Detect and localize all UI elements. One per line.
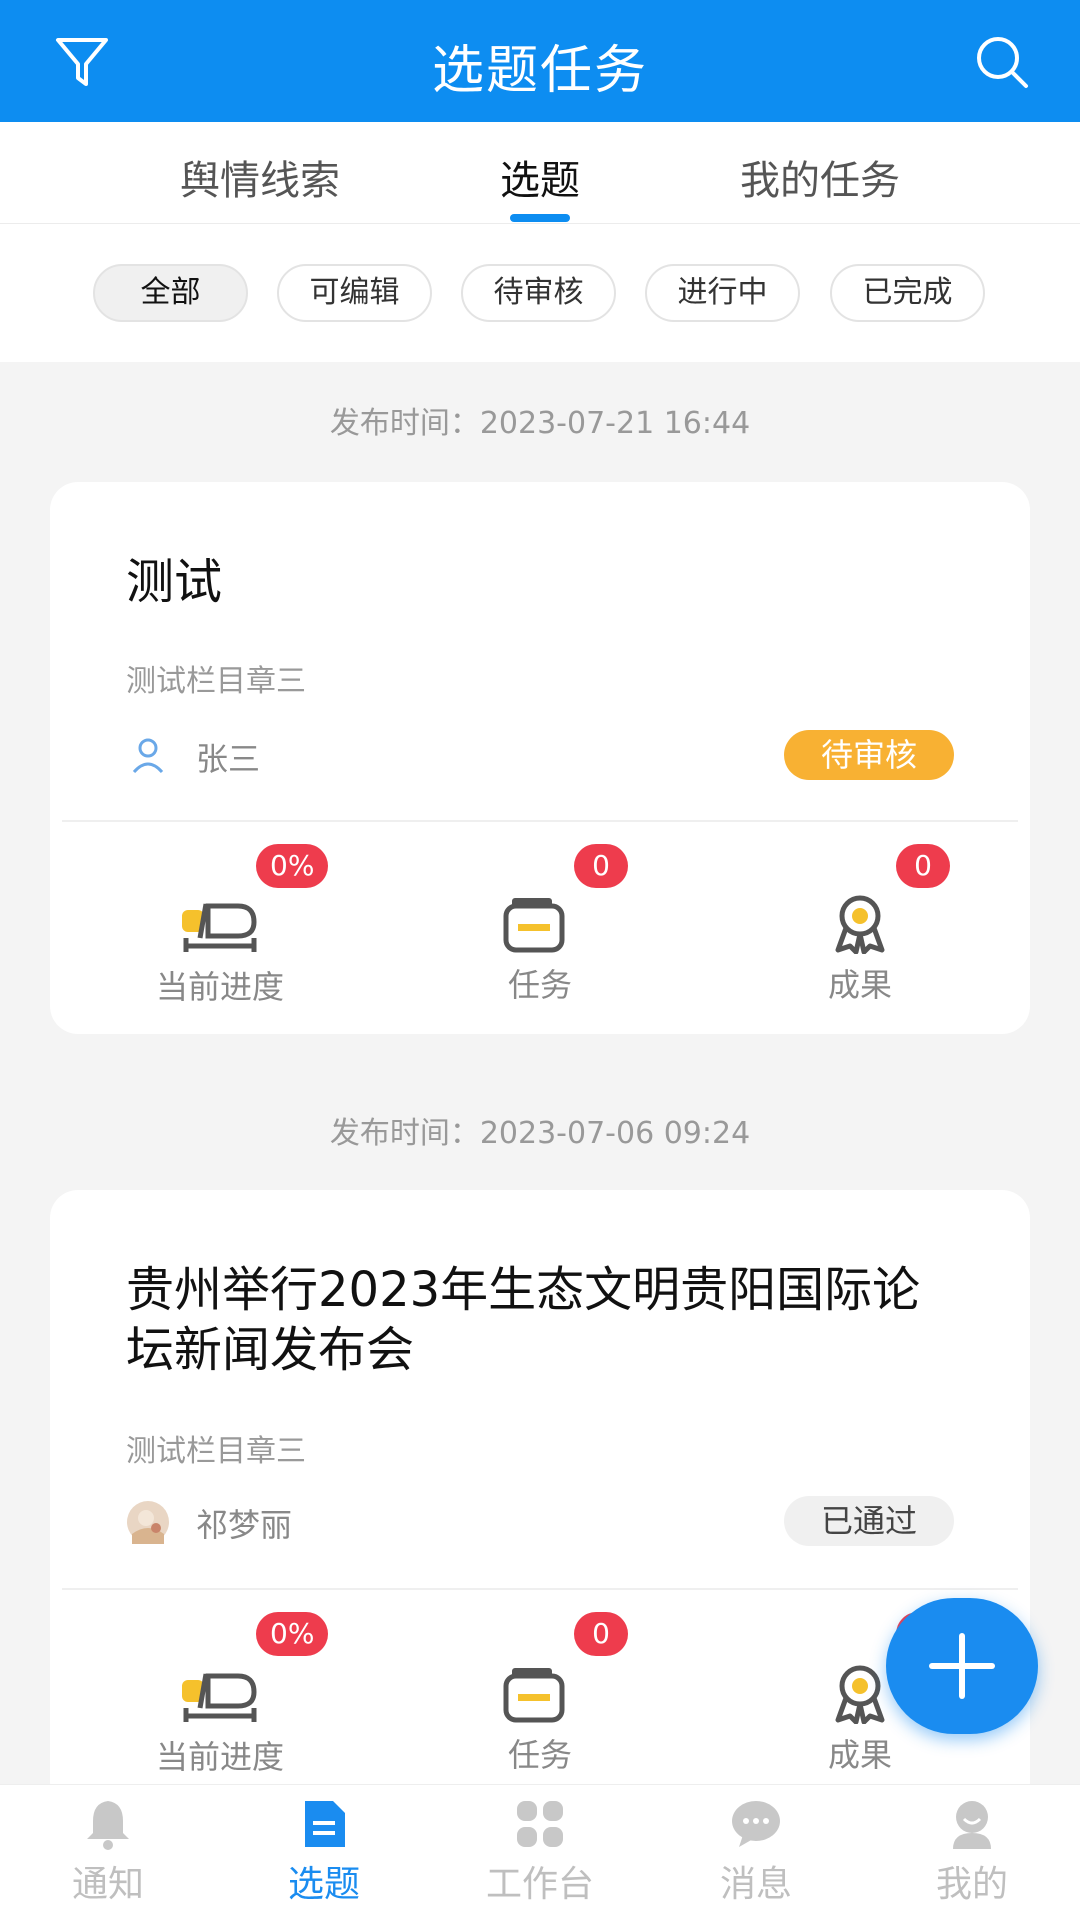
briefcase-icon [503,1668,565,1723]
results-stat[interactable]: 成果 [750,870,970,1004]
award-icon [835,895,885,954]
search-icon[interactable] [972,32,1032,92]
topic-card[interactable]: 测试 测试栏目章三 张三 待审核 当前进度 0% 任务 0 成果 0 [50,482,1030,1034]
tab-my-tasks[interactable]: 我的任务 [730,148,910,206]
author-row: 张三 待审核 [126,730,954,780]
profile-icon [953,1801,991,1849]
plus-icon [929,1633,995,1699]
nav-item-workbench[interactable]: 工作台 [465,1797,615,1907]
results-badge: 0 [896,844,950,888]
status-badge: 待审核 [784,730,954,780]
tab-public-opinion-clues[interactable]: 舆情线索 [170,148,350,206]
progress-icon [182,1673,257,1722]
nav-item-notifications[interactable]: 通知 [33,1797,183,1907]
tasks-stat[interactable]: 任务 [430,870,650,1004]
document-icon [305,1801,345,1847]
author-name: 祁梦丽 [196,1506,293,1544]
nav-label: 消息 [719,1864,792,1905]
tasks-label: 任务 [507,1736,572,1774]
divider [62,1588,1018,1590]
results-label: 成果 [827,966,892,1004]
bottom-navigation: 通知 选题 工作台 消息 我的 [0,1784,1080,1920]
filter-chip-all[interactable]: 全部 [93,264,248,322]
topic-column: 测试栏目章三 [126,1434,306,1469]
publish-time: 发布时间：2023-07-06 09:24 [329,1116,751,1151]
results-label: 成果 [827,1736,892,1774]
tab-bar: 舆情线索 选题 我的任务 [0,122,1080,224]
progress-badge: 0% [256,1612,329,1656]
add-topic-button[interactable] [886,1598,1038,1734]
briefcase-icon [503,898,565,953]
tasks-label: 任务 [507,966,572,1004]
bell-icon [87,1801,129,1850]
tasks-badge: 0 [574,1612,628,1656]
nav-item-profile[interactable]: 我的 [897,1797,1047,1907]
topic-title: 贵州举行2023年生态文明贵阳国际论坛新闻发布会 [126,1262,921,1378]
top-app-bar: 选题任务 [0,0,1080,122]
progress-icon [182,903,257,952]
page-title: 选题任务 [431,41,648,101]
grid-icon [517,1801,563,1847]
nav-item-messages[interactable]: 消息 [681,1797,831,1907]
tasks-badge: 0 [574,844,628,888]
topic-card[interactable]: 贵州举行2023年生态文明贵阳国际论坛新闻发布会 测试栏目章三 祁梦丽 已通过 … [50,1190,1030,1810]
tab-topics[interactable]: 选题 [480,148,600,206]
status-filter-bar: 全部 可编辑 待审核 进行中 已完成 [0,224,1080,362]
nav-label: 选题 [287,1864,360,1905]
tasks-stat[interactable]: 任务 [430,1640,650,1774]
progress-label: 当前进度 [155,968,284,1006]
progress-badge: 0% [256,844,329,888]
author-name: 张三 [196,740,261,778]
filter-chip-completed[interactable]: 已完成 [830,264,985,322]
user-icon [132,738,164,774]
filter-chip-editable[interactable]: 可编辑 [277,264,432,322]
filter-chip-pending-review[interactable]: 待审核 [461,264,616,322]
publish-time: 发布时间：2023-07-21 16:44 [329,406,751,441]
topic-column: 测试栏目章三 [126,664,306,699]
nav-item-topics[interactable]: 选题 [249,1797,399,1907]
progress-stat[interactable]: 当前进度 [110,1640,330,1776]
nav-label: 通知 [71,1864,144,1905]
nav-label: 工作台 [485,1864,594,1905]
progress-stat[interactable]: 当前进度 [110,870,330,1006]
progress-label: 当前进度 [155,1738,284,1776]
chat-bubble-icon [732,1801,780,1847]
filter-chip-in-progress[interactable]: 进行中 [645,264,800,322]
topic-title: 测试 [126,554,223,610]
avatar [127,1501,169,1544]
status-badge: 已通过 [784,1496,954,1546]
divider [62,820,1018,822]
author-row: 祁梦丽 已通过 [126,1496,954,1546]
active-tab-indicator [510,214,570,222]
nav-label: 我的 [935,1864,1008,1905]
